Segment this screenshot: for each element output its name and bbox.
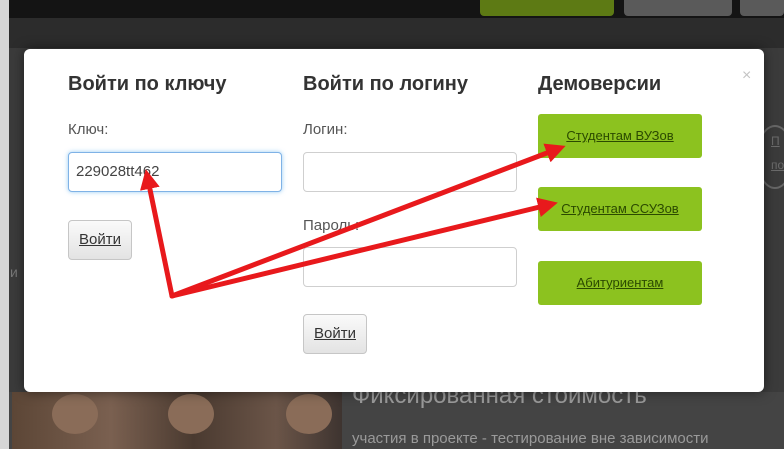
- arrow-to-college-demo: [169, 197, 558, 299]
- annotation-arrows: [140, 143, 566, 299]
- arrow-to-university-demo: [169, 143, 566, 299]
- arrow-to-key-input: [140, 169, 175, 299]
